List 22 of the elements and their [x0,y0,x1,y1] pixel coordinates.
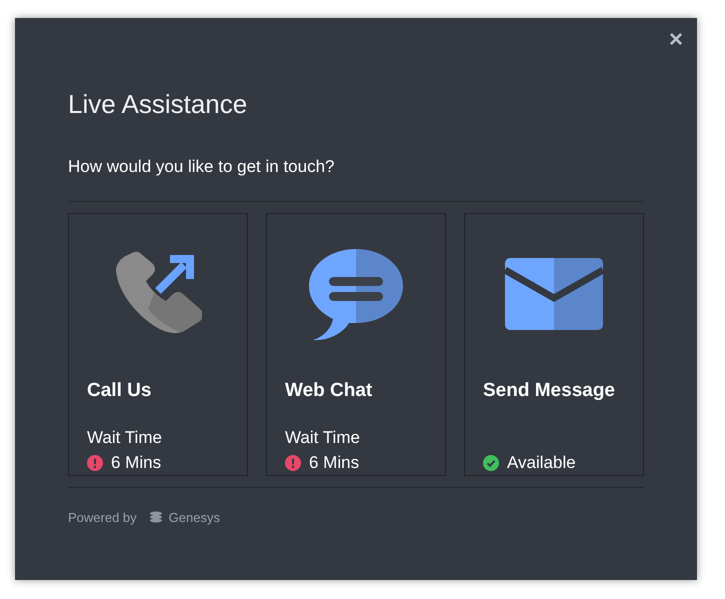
contact-option-card[interactable]: Web Chat Wait Time 6 Mins [266,212,446,476]
contact-option-card[interactable]: Call Us Wait Time 6 Mins [68,212,248,476]
check-circle-icon [483,454,499,471]
close-button[interactable]: × [666,28,685,52]
status-text: 6 Mins [111,452,162,473]
option-title: Send Message [483,380,616,402]
wait-time-label: Wait Time [285,428,360,447]
status-text: 6 Mins [309,452,360,473]
alert-icon [87,454,103,471]
option-title: Web Chat [285,380,374,402]
prompt-text: How would you like to get in touch? [68,156,644,202]
status-text: Available [507,452,576,473]
dialog-title: Live Assistance [68,90,248,119]
powered-by-text: Powered by [68,510,137,525]
alert-icon [285,454,301,471]
wait-time-label: Wait Time [87,428,162,447]
envelope-icon [505,258,603,330]
option-title: Call Us [87,380,152,402]
stacked-coins-icon [148,511,163,524]
contact-option-card[interactable]: Send Message Available [464,212,644,476]
brand-name: Genesys [168,510,220,525]
chat-bubble-icon [307,246,405,341]
